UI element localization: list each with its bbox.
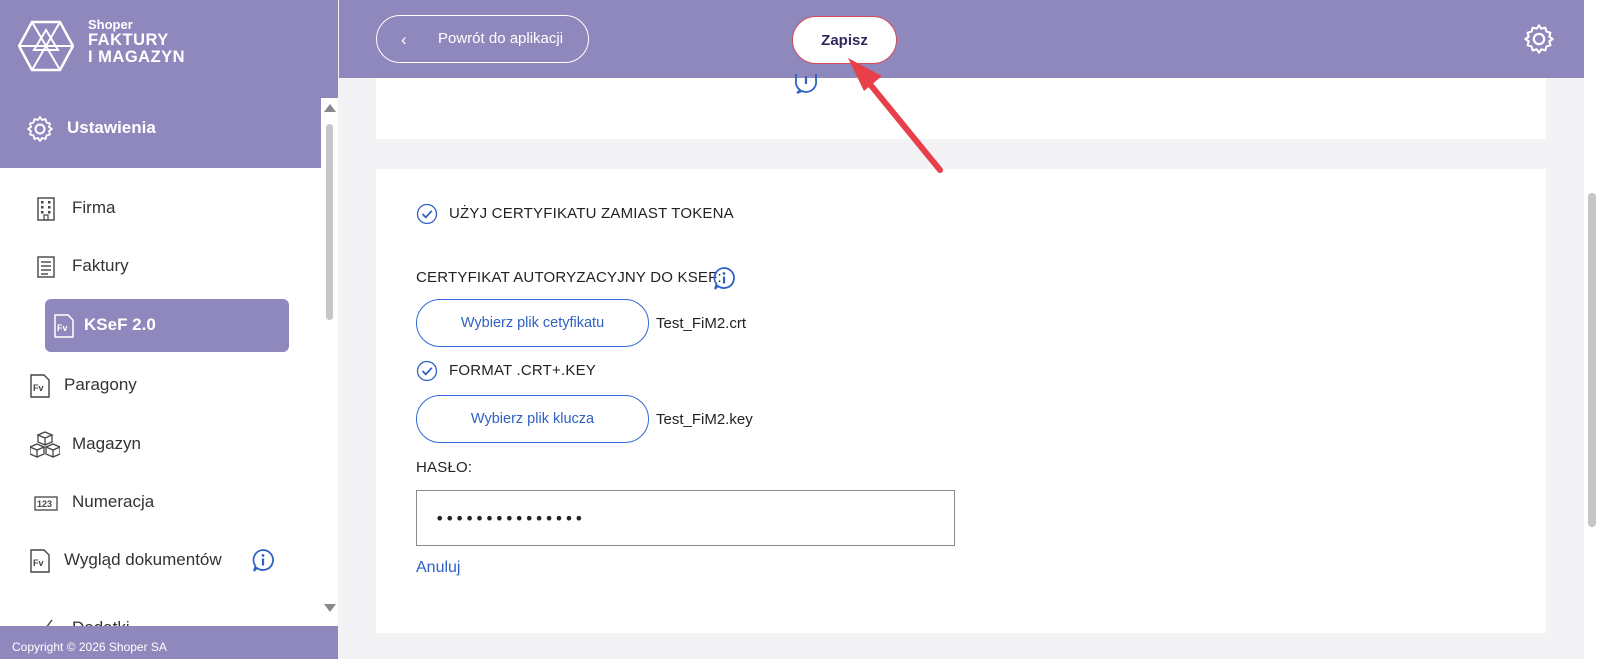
password-field[interactable]	[416, 490, 955, 546]
sidebar-item-label: Paragony	[64, 375, 137, 394]
document-list-icon	[37, 256, 55, 278]
invoice-fv-icon: Fv	[30, 374, 50, 398]
certificate-label: CERTYFIKAT AUTORYZACYJNY DO KSEF:	[416, 269, 722, 286]
svg-text:Fv: Fv	[57, 323, 68, 333]
boxes-icon	[30, 431, 60, 458]
use-certificate-label[interactable]: UŻYJ CERTYFIKATU ZAMIAST TOKENA	[449, 205, 734, 222]
info-icon[interactable]	[712, 266, 736, 290]
sidebar-item-label: Wygląd dokumentów	[64, 550, 222, 569]
logo-hexagon-icon	[18, 20, 74, 72]
info-icon[interactable]	[251, 548, 275, 572]
format-label[interactable]: FORMAT .CRT+.KEY	[449, 362, 596, 379]
page-scrollbar[interactable]	[1584, 0, 1600, 659]
sidebar-item-wyglad-dokumentow[interactable]: Fv Wygląd dokumentów	[0, 535, 321, 587]
logo-line-1: FAKTURY	[88, 31, 169, 49]
numbering-icon: 123	[34, 496, 58, 511]
svg-text:Fv: Fv	[33, 558, 44, 568]
page-scrollbar-thumb[interactable]	[1588, 193, 1596, 527]
logo-line-2: I MAGAZYN	[88, 48, 186, 66]
sidebar-item-label: Dodatki	[72, 618, 130, 626]
logo-brand-name: FAKTURY I MAGAZYN	[88, 32, 185, 66]
sidebar-item-label: KSeF 2.0	[84, 315, 156, 334]
choose-key-file-button[interactable]: Wybierz plik klucza	[416, 395, 649, 443]
sidebar-item-label: Faktury	[72, 256, 129, 275]
sidebar: Shoper FAKTURY I MAGAZYN Ustawienia Firm…	[0, 0, 338, 659]
key-filename: Test_FiM2.key	[656, 411, 753, 428]
svg-text:123: 123	[37, 499, 52, 509]
sidebar-item-paragony[interactable]: Fv Paragony	[0, 360, 321, 412]
sidebar-item-label: Firma	[72, 198, 116, 217]
settings-section-label: Ustawienia	[67, 118, 156, 137]
scroll-down-arrow-icon[interactable]	[324, 604, 336, 612]
sidebar-item-dodatki[interactable]: Dodatki	[0, 603, 321, 626]
checkbox-checked-icon[interactable]	[416, 360, 438, 382]
gear-icon[interactable]	[1523, 23, 1555, 55]
gear-icon	[27, 116, 53, 142]
logo-brand-small: Shoper	[88, 17, 133, 32]
sidebar-item-faktury[interactable]: Faktury	[0, 241, 321, 293]
password-label: HASŁO:	[416, 459, 473, 476]
checkbox-checked-icon[interactable]	[416, 203, 438, 225]
chevron-left-icon: ‹	[401, 30, 407, 49]
invoice-fv-icon: Fv	[54, 314, 74, 338]
sidebar-item-firma[interactable]: Firma	[0, 183, 321, 235]
building-icon	[37, 197, 55, 221]
info-icon[interactable]	[794, 74, 818, 94]
sidebar-item-numeracja[interactable]: 123 Numeracja	[0, 477, 321, 529]
choose-certificate-file-button[interactable]: Wybierz plik cetyfikatu	[416, 299, 649, 347]
sidebar-scrollbar[interactable]	[321, 98, 338, 626]
scroll-up-arrow-icon[interactable]	[324, 104, 336, 112]
back-to-app-button[interactable]: ‹ Powrót do aplikacji	[376, 15, 589, 63]
ksef-certificate-card: UŻYJ CERTYFIKATU ZAMIAST TOKENA CERTYFIK…	[376, 169, 1546, 633]
settings-section-header: Ustawienia	[0, 98, 321, 168]
scissors-icon	[46, 619, 53, 626]
sidebar-item-label: Magazyn	[72, 434, 141, 453]
sidebar-item-ksef[interactable]: Fv KSeF 2.0	[45, 299, 289, 352]
sidebar-item-magazyn[interactable]: Magazyn	[0, 419, 321, 471]
sidebar-scrollbar-thumb[interactable]	[326, 124, 333, 320]
svg-text:Fv: Fv	[33, 383, 44, 393]
cancel-link[interactable]: Anuluj	[416, 559, 460, 577]
logo[interactable]: Shoper FAKTURY I MAGAZYN	[0, 0, 338, 98]
certificate-filename: Test_FiM2.crt	[656, 315, 747, 332]
back-to-app-label: Powrót do aplikacji	[438, 30, 564, 47]
copyright-text: Copyright © 2026 Shoper SA	[12, 640, 167, 654]
sidebar-item-label: Numeracja	[72, 492, 155, 511]
sidebar-footer: Copyright © 2026 Shoper SA	[0, 626, 338, 659]
previous-card	[376, 74, 1546, 139]
save-button[interactable]: Zapisz	[792, 16, 897, 64]
top-bar: ‹ Powrót do aplikacji Zapisz	[339, 0, 1584, 78]
invoice-fv-icon: Fv	[30, 549, 50, 573]
